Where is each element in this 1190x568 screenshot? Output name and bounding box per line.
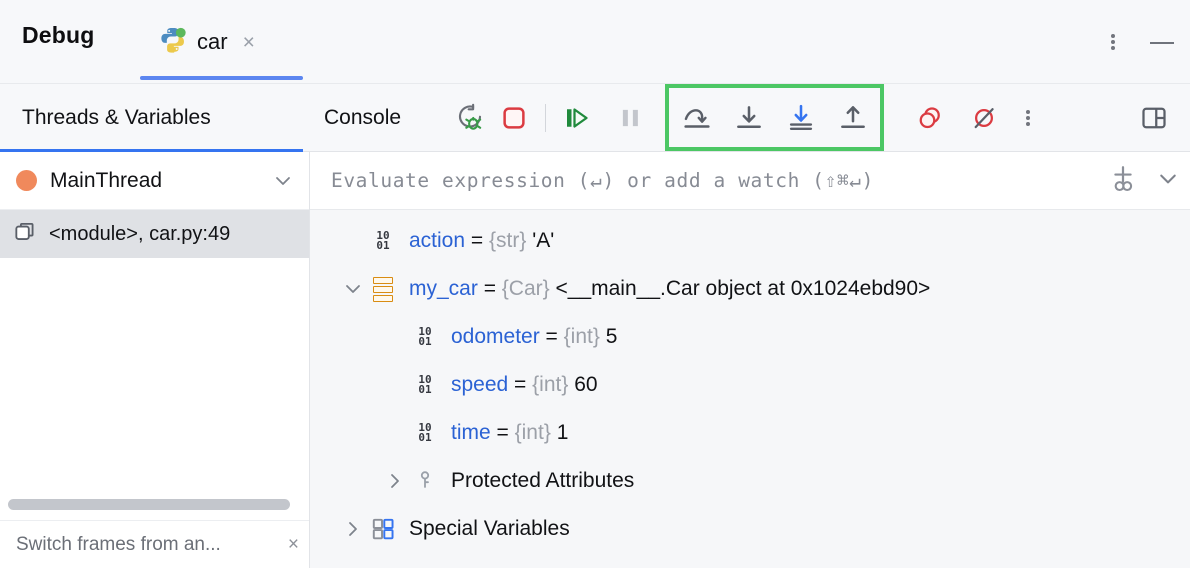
variable-type: {str} [489,229,526,252]
debug-secondary-buttons [908,84,1176,152]
mute-breakpoints-button[interactable] [962,96,1006,140]
page-title: Debug [22,22,95,49]
variable-value: 5 [606,325,618,348]
tab-car[interactable]: car × [140,0,303,84]
variables-panel: Evaluate expression (↵) or add a watch (… [310,152,1190,568]
add-watch-icon[interactable] [1106,162,1140,201]
frame-list-item[interactable]: <module>, car.py:49 [0,210,309,258]
step-buttons-group [675,84,875,152]
frame-list-item-label: <module>, car.py:49 [49,223,230,246]
resume-program-button[interactable] [555,96,599,140]
variable-row-time[interactable]: 1001 time = {int} 1 [310,409,1190,457]
close-icon[interactable]: × [282,534,299,556]
debug-toolbar: Threads & Variables Console [0,84,1190,152]
variable-row-odometer[interactable]: 1001 odometer = {int} 5 [310,313,1190,361]
variables-tree: 1001 action = {str} 'A' my_car = {Car} <… [310,210,1190,553]
chevron-right-icon[interactable] [380,471,410,491]
variable-equals: = [491,421,515,444]
chevron-down-icon[interactable] [1156,170,1180,193]
object-value-icon [368,277,398,302]
tab-active-underline [140,76,303,80]
variable-name: odometer [451,325,540,348]
variable-name: action [409,229,465,252]
variable-equals: = [508,373,532,396]
special-variables-icon [368,516,398,542]
frame-icon [12,219,38,250]
chevron-right-icon[interactable] [338,519,368,539]
stop-button[interactable] [492,96,536,140]
variable-group-protected-attributes[interactable]: Protected Attributes [310,457,1190,505]
frames-status-text: Switch frames from an... [16,534,282,556]
close-icon[interactable]: × [243,32,255,53]
evaluate-actions [1106,152,1180,210]
variable-type: {int} [515,421,551,444]
variable-row-speed[interactable]: 1001 speed = {int} 60 [310,361,1190,409]
more-options-icon[interactable] [1102,31,1124,53]
variable-value: 1 [557,421,569,444]
tab-car-label: car [197,29,228,55]
force-step-into-button[interactable] [779,96,823,140]
variable-name: speed [451,373,508,396]
variable-value: 60 [574,373,597,396]
rerun-debug-button[interactable] [448,96,492,140]
thread-status-dot [16,170,37,191]
python-icon [158,25,188,60]
tab-threads-and-variables-label: Threads & Variables [22,106,211,130]
variable-equals: = [478,277,502,300]
binary-value-icon: 1001 [368,231,398,251]
tab-threads-and-variables[interactable]: Threads & Variables [22,84,211,152]
variable-name: my_car [409,277,478,300]
variable-value: 'A' [532,229,554,252]
variable-equals: = [465,229,489,252]
variable-row-my-car[interactable]: my_car = {Car} <__main__.Car object at 0… [310,265,1190,313]
debug-control-buttons [448,84,653,152]
frames-status-bar: Switch frames from an... × [0,520,309,568]
thread-selector[interactable]: MainThread [0,152,309,210]
variable-equals: = [540,325,564,348]
frames-horizontal-scrollbar[interactable] [8,499,290,510]
key-icon [410,469,440,493]
binary-value-icon: 1001 [410,327,440,347]
view-breakpoints-button[interactable] [908,96,952,140]
variable-group-label: Protected Attributes [451,469,634,493]
step-out-button[interactable] [831,96,875,140]
minimize-icon[interactable] [1148,31,1176,53]
toolbar-divider [545,104,546,132]
variable-type: {Car} [502,277,550,300]
step-into-button[interactable] [727,96,771,140]
pause-program-button[interactable] [609,96,653,140]
step-over-button[interactable] [675,96,719,140]
variable-group-special-variables[interactable]: Special Variables [310,505,1190,553]
variable-type: {int} [532,373,568,396]
tab-console[interactable]: Console [324,84,401,152]
window-actions [1102,0,1176,84]
chevron-down-icon[interactable] [338,281,368,297]
debug-window-header: Debug car × [0,0,1190,84]
chevron-down-icon[interactable] [273,173,293,194]
toolbar-more-button[interactable] [1006,96,1050,140]
layout-settings-button[interactable] [1132,96,1176,140]
frames-panel: MainThread <module>, car.py:49 Switch fr… [0,152,310,568]
variable-group-label: Special Variables [409,517,570,541]
tab-console-label: Console [324,106,401,130]
variable-type: {int} [564,325,600,348]
variable-value: <__main__.Car object at 0x1024ebd90> [556,277,931,300]
evaluate-expression-bar[interactable]: Evaluate expression (↵) or add a watch (… [310,152,1190,210]
evaluate-expression-input[interactable]: Evaluate expression (↵) or add a watch (… [310,169,874,192]
variable-row-action[interactable]: 1001 action = {str} 'A' [310,217,1190,265]
binary-value-icon: 1001 [410,423,440,443]
more-options-icon [1017,107,1039,129]
variable-name: time [451,421,491,444]
thread-name: MainThread [50,169,162,193]
binary-value-icon: 1001 [410,375,440,395]
